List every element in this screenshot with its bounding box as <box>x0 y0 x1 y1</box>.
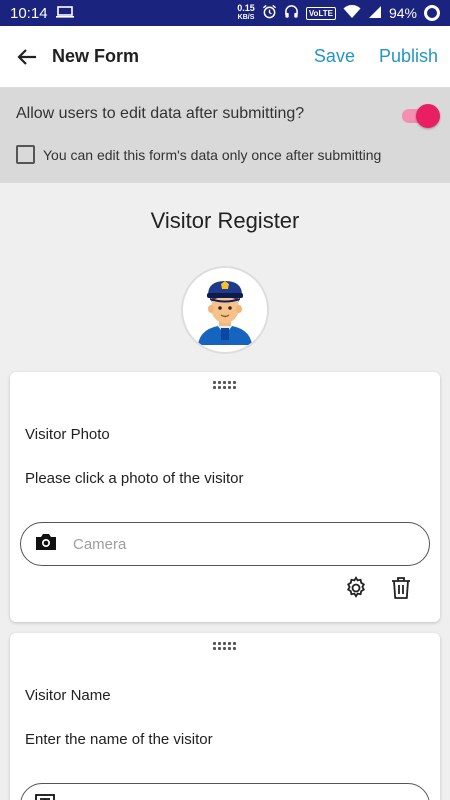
drag-handle-icon[interactable] <box>213 642 237 652</box>
field-description[interactable]: Enter the name of the visitor <box>25 731 213 748</box>
edit-once-row: You can edit this form's data only once … <box>16 145 381 164</box>
field-title[interactable]: Visitor Photo <box>25 426 110 443</box>
back-arrow-icon[interactable] <box>14 44 40 70</box>
allow-edit-label: Allow users to edit data after submittin… <box>16 105 305 122</box>
name-input[interactable] <box>20 783 430 800</box>
app-bar-actions: Save Publish <box>314 46 438 67</box>
camera-placeholder: Camera <box>73 535 127 553</box>
allow-edit-row: Allow users to edit data after submittin… <box>16 104 440 128</box>
form-title[interactable]: Visitor Register <box>0 208 450 234</box>
status-time: 10:14 <box>10 4 48 22</box>
form-field-card: Visitor Photo Please click a photo of th… <box>10 372 440 622</box>
headphones-icon <box>284 4 299 22</box>
gear-icon[interactable] <box>344 576 368 605</box>
form-field-card: Visitor Name Enter the name of the visit… <box>10 633 440 800</box>
wifi-icon <box>343 4 361 22</box>
edit-once-checkbox[interactable] <box>16 145 35 164</box>
toggle-thumb <box>416 104 440 128</box>
trash-icon[interactable] <box>390 576 412 605</box>
field-description[interactable]: Please click a photo of the visitor <box>25 470 243 487</box>
page-title: New Form <box>52 46 140 66</box>
battery-icon <box>424 5 440 21</box>
text-field-icon <box>35 793 55 800</box>
field-title[interactable]: Visitor Name <box>25 687 111 704</box>
publish-button[interactable]: Publish <box>379 46 438 67</box>
alarm-icon <box>262 4 277 22</box>
field-actions <box>344 576 412 605</box>
edit-once-label: You can edit this form's data only once … <box>43 146 382 163</box>
volte-badge: VoLTE <box>305 6 336 20</box>
save-button[interactable]: Save <box>314 46 355 67</box>
form-settings-panel: Allow users to edit data after submittin… <box>0 88 450 183</box>
camera-icon <box>35 533 57 556</box>
allow-edit-toggle[interactable] <box>400 104 440 128</box>
app-bar: New Form Save Publish <box>0 26 450 88</box>
battery-level: 94% <box>388 5 417 21</box>
laptop-icon <box>55 5 74 22</box>
police-officer-avatar[interactable] <box>181 266 269 354</box>
camera-input[interactable]: Camera <box>20 522 430 566</box>
network-speed: 0.15 KB/S <box>237 3 255 22</box>
cell-signal-icon <box>368 5 382 22</box>
police-officer-icon <box>198 281 252 345</box>
status-bar: 10:14 0.15 KB/S VoLTE 94% <box>0 0 450 26</box>
drag-handle-icon[interactable] <box>213 381 237 391</box>
